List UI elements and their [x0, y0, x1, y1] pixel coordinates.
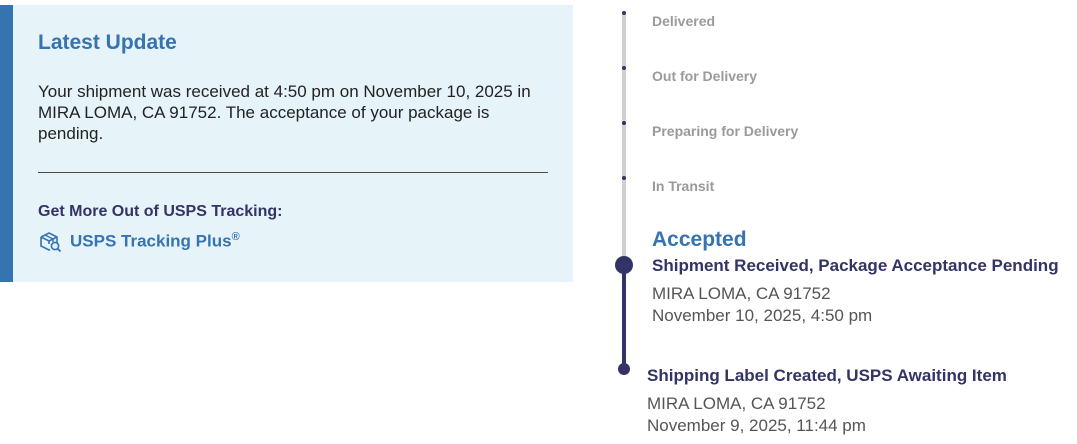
latest-update-message: Your shipment was received at 4:50 pm on…: [38, 82, 531, 143]
step-delivered: Delivered: [652, 13, 716, 29]
current-event-dot: [615, 256, 633, 274]
latest-update-title: Latest Update: [38, 31, 177, 54]
past-event-dot: [618, 363, 630, 375]
event-location: MIRA LOMA, CA 91752: [647, 394, 826, 413]
timeline-tick: [622, 66, 626, 70]
step-in-transit: In Transit: [652, 178, 715, 194]
event-location: MIRA LOMA, CA 91752: [652, 284, 831, 303]
event-datetime: November 9, 2025, 11:44 pm: [647, 416, 866, 435]
tracking-page: Latest Update Your shipment was received…: [0, 0, 1077, 444]
step-preparing-for-delivery: Preparing for Delivery: [652, 123, 799, 139]
divider: [38, 172, 548, 173]
current-status-heading: Accepted: [652, 228, 747, 251]
package-search-icon: [38, 229, 62, 253]
timeline-tick: [622, 176, 626, 180]
event-title: Shipping Label Created, USPS Awaiting It…: [647, 366, 1007, 385]
latest-update-card: Latest Update Your shipment was received…: [0, 5, 573, 282]
timeline-tick: [622, 121, 626, 125]
timeline-rail-completed: [622, 264, 626, 370]
timeline-rail-upcoming: [622, 12, 626, 264]
event-title: Shipment Received, Package Acceptance Pe…: [652, 256, 1059, 275]
timeline-tick: [622, 11, 626, 15]
usps-tracking-plus-label: USPS Tracking Plus®: [70, 230, 240, 251]
event-datetime: November 10, 2025, 4:50 pm: [652, 306, 873, 325]
step-out-for-delivery: Out for Delivery: [652, 68, 758, 84]
more-tracking-title: Get More Out of USPS Tracking:: [38, 203, 283, 220]
usps-tracking-plus-link[interactable]: USPS Tracking Plus®: [38, 229, 240, 253]
